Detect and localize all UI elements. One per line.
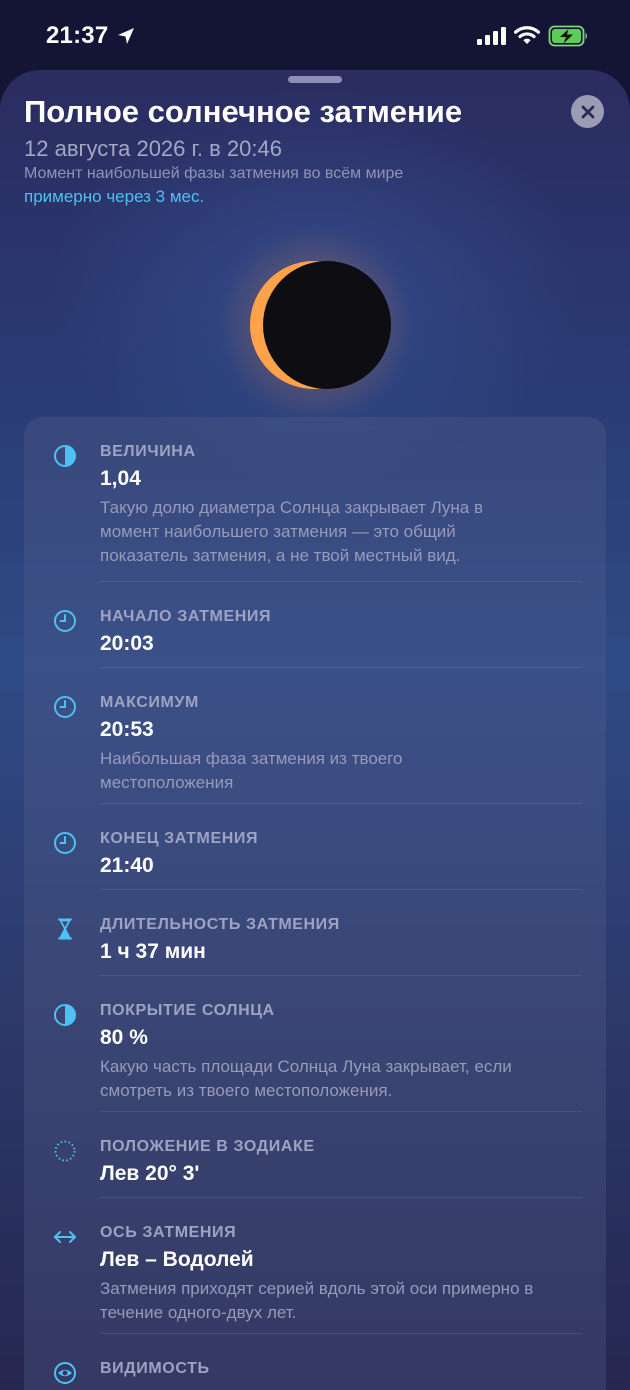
half-circle-icon [54, 445, 76, 467]
detail-row-coverage: ПОКРЫТИЕ СОЛНЦА 80 % Какую часть площади… [24, 976, 606, 1112]
clock-icon [54, 696, 76, 718]
battery-charging-icon [548, 25, 587, 47]
eye-icon [54, 1362, 76, 1384]
location-arrow-icon [118, 28, 134, 44]
cellular-signal-icon [477, 27, 506, 45]
detail-description: Такую долю диаметра Солнца закрывает Лун… [100, 498, 484, 565]
half-circle-icon [54, 1004, 76, 1026]
clock-icon [54, 610, 76, 632]
detail-value: 20:53 [100, 718, 154, 741]
detail-row-zodiac: ПОЛОЖЕНИЕ В ЗОДИАКЕ Лев 20° 3' [24, 1112, 606, 1198]
detail-value: 21:40 [100, 854, 154, 877]
close-button[interactable] [571, 95, 604, 128]
detail-value: 1,04 [100, 467, 141, 490]
status-bar: 21:37 [0, 0, 630, 70]
detail-value: 80 % [100, 1026, 148, 1049]
detail-label: НАЧАЛО ЗАТМЕНИЯ [100, 608, 272, 625]
detail-row-duration: ДЛИТЕЛЬНОСТЬ ЗАТМЕНИЯ 1 ч 37 мин [24, 890, 606, 976]
clock-icon [54, 832, 76, 854]
detail-label: ОСЬ ЗАТМЕНИЯ [100, 1224, 237, 1241]
detail-label: ДЛИТЕЛЬНОСТЬ ЗАТМЕНИЯ [100, 916, 340, 933]
detail-description: Наибольшая фаза затмения из твоего место… [100, 749, 403, 792]
detail-description: Затмения приходят серией вдоль этой оси … [100, 1279, 534, 1322]
wifi-icon [514, 26, 540, 44]
detail-label: ПОКРЫТИЕ СОЛНЦА [100, 1002, 275, 1019]
relative-time: примерно через 3 мес. [24, 187, 205, 206]
detail-value: 1 ч 37 мин [100, 940, 206, 963]
details-card: ВЕЛИЧИНА 1,04 Такую долю диаметра Солнца… [24, 417, 606, 1390]
detail-label: МАКСИМУМ [100, 694, 199, 711]
detail-value: 20:03 [100, 632, 154, 655]
eclipse-date: 12 августа 2026 г. в 20:46 [24, 136, 282, 161]
double-arrow-icon [54, 1231, 76, 1243]
detail-row-magnitude: ВЕЛИЧИНА 1,04 Такую долю диаметра Солнца… [24, 417, 606, 582]
detail-label: ПОЛОЖЕНИЕ В ЗОДИАКЕ [100, 1138, 315, 1155]
hourglass-icon [58, 918, 72, 940]
detail-row-axis: ОСЬ ЗАТМЕНИЯ Лев – Водолей Затмения прих… [24, 1198, 606, 1334]
detail-row-end: КОНЕЦ ЗАТМЕНИЯ 21:40 [24, 804, 606, 890]
detail-row-visibility: ВИДИМОСТЬ [24, 1334, 606, 1390]
eclipse-details-sheet: Полное солнечное затмение 12 августа 202… [0, 70, 630, 1390]
detail-label: КОНЕЦ ЗАТМЕНИЯ [100, 830, 259, 847]
detail-label: ВЕЛИЧИНА [100, 443, 196, 460]
detail-value: Лев 20° 3' [100, 1162, 200, 1185]
sheet-grabber[interactable] [288, 76, 342, 83]
eclipse-date-hint: Момент наибольшей фазы затмения во всём … [24, 165, 404, 182]
status-time: 21:37 [46, 22, 109, 49]
detail-description: Какую часть площади Солнца Луна закрывае… [100, 1057, 512, 1100]
detail-value: Лев – Водолей [100, 1248, 254, 1271]
eclipse-illustration [218, 227, 414, 423]
page-title: Полное солнечное затмение [24, 94, 463, 129]
dotted-circle-icon [54, 1140, 76, 1162]
close-icon [581, 105, 594, 118]
detail-row-maximum: МАКСИМУМ 20:53 Наибольшая фаза затмения … [24, 668, 606, 804]
detail-row-start: НАЧАЛО ЗАТМЕНИЯ 20:03 [24, 582, 606, 668]
